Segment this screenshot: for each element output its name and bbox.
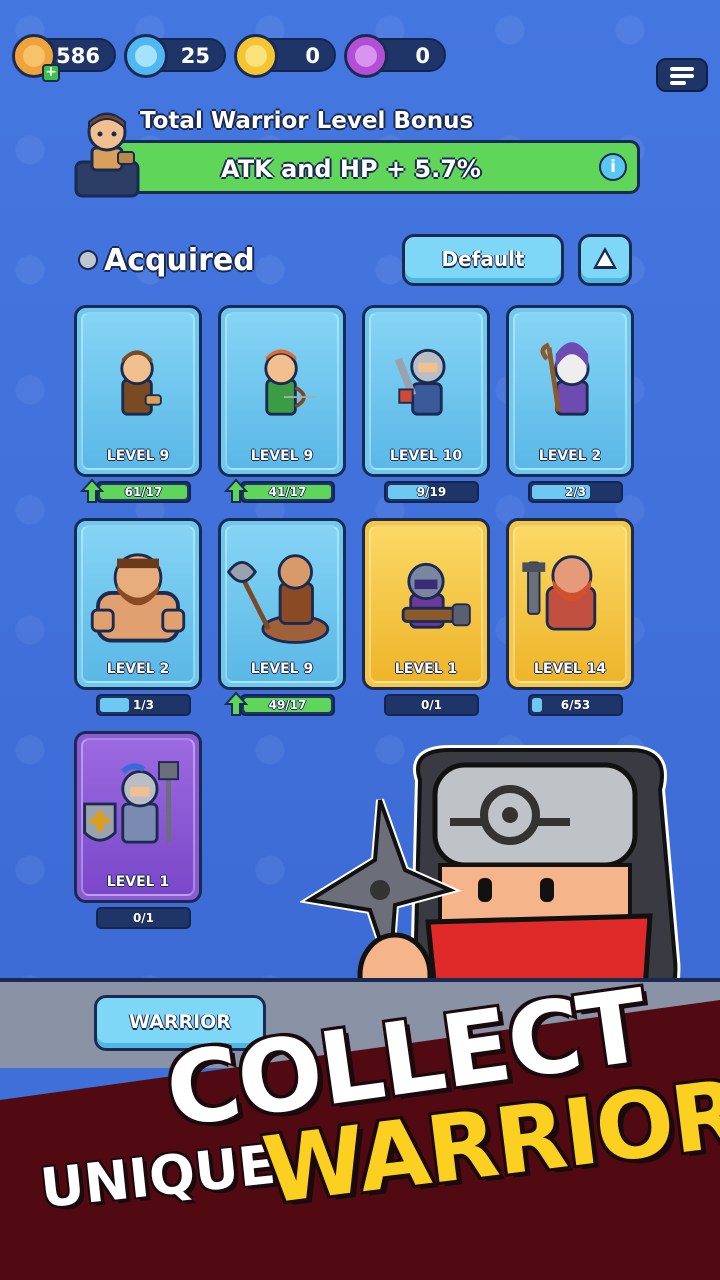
currency-gold[interactable]: + 586 xyxy=(12,34,116,82)
warrior-portrait-icon xyxy=(120,350,162,416)
upgrade-arrow-icon xyxy=(79,478,105,504)
warrior-portrait-icon xyxy=(540,342,590,416)
menu-button[interactable] xyxy=(656,58,708,92)
warrior-level-label: LEVEL 2 xyxy=(106,661,170,677)
card-progress-text: 41/17 xyxy=(268,485,307,499)
sort-default-button[interactable]: Default xyxy=(402,234,564,286)
warrior-portrait-icon xyxy=(401,562,471,629)
warrior-portrait-icon xyxy=(90,553,186,643)
warrior-portrait-icon xyxy=(394,348,446,416)
warrior-level-label: LEVEL 1 xyxy=(106,874,170,890)
upgrade-arrow-icon xyxy=(223,691,249,717)
card-progress-text: 0/1 xyxy=(132,911,155,925)
token-value: 0 xyxy=(305,44,320,68)
warrior-card[interactable]: LEVEL 2 xyxy=(74,518,202,690)
card-progress-bar: 6/53 xyxy=(528,694,623,716)
card-progress-bar: 9/19 xyxy=(384,481,479,503)
card-progress-bar: 2/3 xyxy=(528,481,623,503)
card-progress-bar: 49/17 xyxy=(240,694,335,716)
warrior-card[interactable]: LEVEL 9 xyxy=(218,518,346,690)
card-progress-text: 61/17 xyxy=(124,485,163,499)
warrior-level-label: LEVEL 9 xyxy=(106,448,170,464)
sort-order-button[interactable] xyxy=(578,234,632,286)
bonus-text: ATK and HP + 5.7% xyxy=(221,155,481,183)
bonus-title: Total Warrior Level Bonus xyxy=(140,108,474,134)
warrior-card[interactable]: LEVEL 14 xyxy=(506,518,634,690)
bonus-bar: ATK and HP + 5.7% i xyxy=(108,140,640,194)
warrior-level-label: LEVEL 9 xyxy=(250,661,314,677)
purple-orb-icon xyxy=(344,34,388,78)
warrior-avatar-icon xyxy=(74,112,140,198)
card-progress-text: 0/1 xyxy=(420,698,443,712)
warrior-card[interactable]: LEVEL 10 xyxy=(362,305,490,477)
warrior-level-label: LEVEL 9 xyxy=(250,448,314,464)
warrior-level-label: LEVEL 14 xyxy=(533,661,607,677)
info-icon[interactable]: i xyxy=(599,153,627,181)
warrior-card[interactable]: LEVEL 9 xyxy=(218,305,346,477)
card-progress-text: 6/53 xyxy=(560,698,591,712)
card-progress-text: 9/19 xyxy=(416,485,447,499)
currency-orb: 0 xyxy=(344,34,446,78)
warrior-card[interactable]: LEVEL 2 xyxy=(506,305,634,477)
warrior-card[interactable]: LEVEL 1 xyxy=(362,518,490,690)
warrior-portrait-icon xyxy=(226,554,330,644)
gold-value: 586 xyxy=(56,44,100,68)
warrior-portrait-icon xyxy=(264,349,317,416)
upgrade-arrow-icon xyxy=(223,478,249,504)
menu-icon xyxy=(670,67,694,71)
acquired-indicator-icon xyxy=(78,250,98,270)
warrior-level-label: LEVEL 1 xyxy=(394,661,458,677)
orb-value: 0 xyxy=(415,44,430,68)
warrior-card[interactable]: LEVEL 9 xyxy=(74,305,202,477)
warrior-level-label: LEVEL 10 xyxy=(389,448,463,464)
card-progress-bar: 1/3 xyxy=(96,694,191,716)
blue-gem-icon xyxy=(124,34,168,78)
card-progress-text: 2/3 xyxy=(564,485,587,499)
yellow-token-icon xyxy=(234,34,278,78)
card-progress-text: 1/3 xyxy=(132,698,155,712)
currency-gem: 25 xyxy=(124,34,226,78)
card-progress-bar: 41/17 xyxy=(240,481,335,503)
currency-token: 0 xyxy=(234,34,336,78)
gem-value: 25 xyxy=(180,44,210,68)
card-progress-bar: 0/1 xyxy=(96,907,191,929)
acquired-label: Acquired xyxy=(104,243,255,278)
warrior-level-label: LEVEL 2 xyxy=(538,448,602,464)
warrior-portrait-icon xyxy=(522,555,597,631)
card-progress-text: 49/17 xyxy=(268,698,307,712)
card-progress-bar: 0/1 xyxy=(384,694,479,716)
warrior-card[interactable]: LEVEL 1 xyxy=(74,731,202,903)
card-progress-bar: 61/17 xyxy=(96,481,191,503)
warrior-portrait-icon xyxy=(83,761,179,844)
